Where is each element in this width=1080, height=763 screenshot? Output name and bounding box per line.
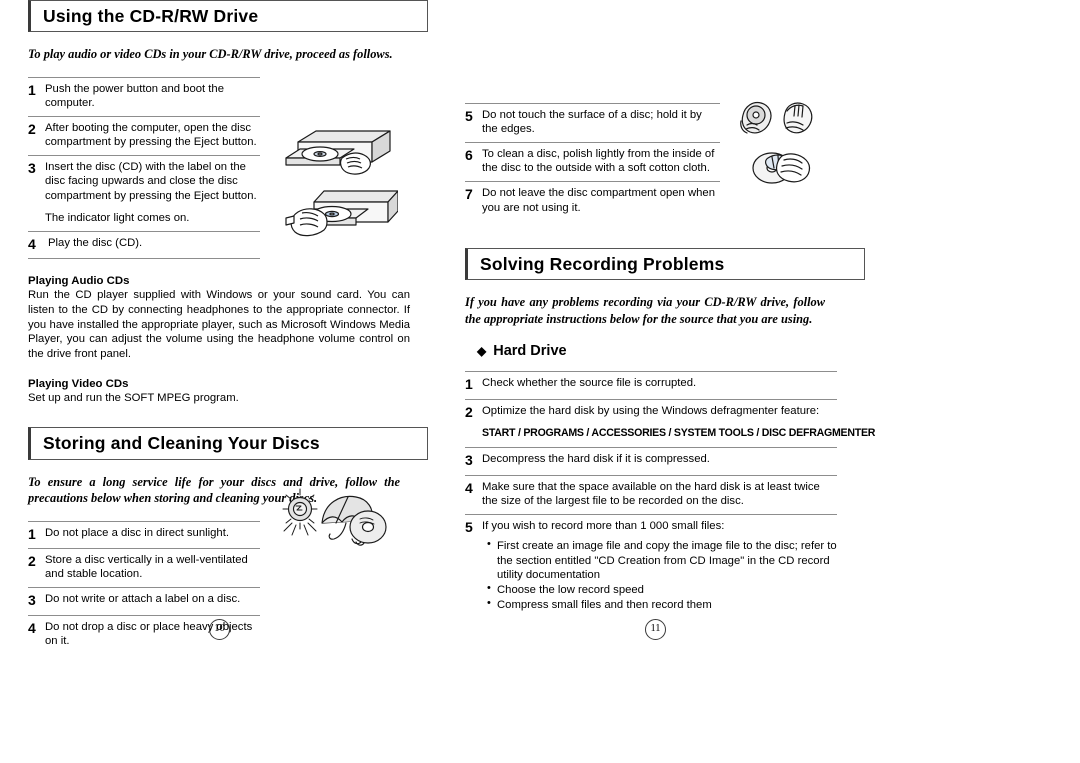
step-text: Decompress the hard disk if it is compre… [482, 453, 710, 466]
manual-page-spread: Using the CD-R/RW Drive To play audio or… [0, 0, 1080, 763]
step-item: 7 Do not leave the disc compartment open… [465, 181, 720, 220]
subsection-title-playing-audio-cds: Playing Audio CDs [28, 275, 130, 288]
right-page-column: 5 Do not touch the surface of a disc; ho… [465, 0, 876, 619]
subsection-title-playing-video-cds: Playing Video CDs [28, 377, 129, 390]
cd-drive-open-tray-with-hand-illustration [280, 128, 398, 193]
step-item: 1 Do not place a disc in direct sunlight… [28, 520, 260, 549]
step-item: 2 Store a disc vertically in a well-vent… [28, 548, 260, 587]
step-text: Push the power button and boot the compu… [45, 82, 225, 109]
step-text: Do not place a disc in direct sunlight. [45, 526, 229, 539]
step-text: Insert the disc (CD) with the label on t… [45, 161, 257, 202]
hand-cleaning-disc-with-cloth-illustration [748, 150, 814, 191]
step-text: If you wish to record more than 1 000 sm… [482, 519, 725, 532]
section-title: Using the CD-R/RW Drive [43, 6, 259, 26]
section-header-solving-recording-problems: Solving Recording Problems [465, 247, 865, 281]
step5-bullet-list: First create an image file and copy the … [465, 538, 837, 612]
section1-intro-text: To play audio or video CDs in your CD-R/… [28, 47, 393, 62]
cd-drive-inserting-disc-with-hand-illustration [280, 186, 399, 251]
sun-and-umbrella-over-disc-illustration [282, 487, 394, 560]
step-item: 5 If you wish to record more than 1 000 … [465, 513, 837, 619]
step-number: 3 [28, 160, 36, 177]
continued-step-list: 5 Do not touch the surface of a disc; ho… [465, 103, 720, 221]
step-text: Make sure that the space available on th… [482, 480, 820, 507]
step-number: 4 [28, 235, 36, 252]
step-number: 4 [465, 479, 473, 496]
step-number: 4 [28, 619, 36, 636]
subsection-heading-hard-drive: ◆ Hard Drive [477, 343, 865, 359]
subsection-heading-label: Hard Drive [493, 343, 567, 360]
step-number: 1 [28, 81, 36, 98]
step-item: 5 Do not touch the surface of a disc; ho… [465, 103, 720, 142]
step-number: 6 [465, 147, 473, 164]
step-item: 3 Decompress the hard disk if it is comp… [465, 447, 837, 475]
step-item: 2 After booting the computer, open the d… [28, 116, 260, 155]
step-number: 1 [465, 376, 473, 393]
page-number-right: 11 [645, 619, 666, 640]
step-text: Check whether the source file is corrupt… [482, 377, 697, 390]
section1-step-list: 1 Push the power button and boot the com… [28, 76, 260, 260]
subsection-body-playing-video-cds: Set up and run the SOFT MPEG program. [28, 391, 239, 404]
step-text: Do not touch the surface of a disc; hold… [482, 109, 702, 136]
step-item: 1 Check whether the source file is corru… [465, 371, 837, 399]
step-text: After booting the computer, open the dis… [45, 122, 257, 149]
step-number: 2 [465, 403, 473, 420]
section3-intro-text: If you have any problems recording via y… [465, 295, 825, 326]
step-item: 1 Push the power button and boot the com… [28, 76, 260, 116]
step-number: 5 [465, 108, 473, 124]
step-item: 4 Make sure that the space available on … [465, 474, 837, 514]
step-text: Optimize the hard disk by using the Wind… [482, 404, 820, 417]
step-item: 6 To clean a disc, polish lightly from t… [465, 142, 720, 181]
subsection-body-playing-audio-cds: Run the CD player supplied with Windows … [28, 289, 410, 360]
step-number: 5 [465, 518, 473, 535]
section-title: Solving Recording Problems [480, 253, 725, 274]
step-number: 2 [28, 553, 36, 570]
hands-holding-disc-illustration [737, 99, 817, 148]
step-text: Do not write or attach a label on a disc… [45, 593, 241, 606]
step-text: To clean a disc, polish lightly from the… [482, 148, 715, 175]
step-item: 3 Do not write or attach a label on a di… [28, 587, 260, 615]
section-title: Storing and Cleaning Your Discs [43, 433, 320, 454]
bullet-item: First create an image file and copy the … [487, 538, 837, 582]
page-number-left: 10 [209, 619, 230, 640]
step-text: Do not leave the disc compartment open w… [482, 187, 715, 214]
step-item: 4 Play the disc (CD). [28, 230, 260, 260]
section-header-storing-cleaning-discs: Storing and Cleaning Your Discs [28, 427, 428, 460]
section-header-using-cd-rw-drive: Using the CD-R/RW Drive [28, 0, 428, 33]
bullet-item: Compress small files and then record the… [487, 597, 837, 612]
diamond-bullet-icon: ◆ [477, 344, 487, 359]
step-number: 2 [28, 121, 36, 138]
step-number: 7 [465, 186, 473, 203]
section3-step-list: 1 Check whether the source file is corru… [465, 371, 876, 619]
step-item: 2 Optimize the hard disk by using the Wi… [465, 398, 876, 448]
defragmenter-menu-path: START / PROGRAMS / ACCESSORIES / SYSTEM … [482, 427, 876, 440]
step-number: 3 [465, 452, 473, 469]
step-subtext: The indicator light comes on. [45, 211, 190, 224]
step-item: 3 Insert the disc (CD) with the label on… [28, 155, 260, 230]
step-number: 3 [28, 592, 36, 609]
step-number: 1 [28, 525, 36, 542]
step-text: Store a disc vertically in a well-ventil… [45, 554, 248, 581]
step-text: Play the disc (CD). [48, 236, 143, 249]
bullet-item: Choose the low record speed [487, 582, 837, 597]
